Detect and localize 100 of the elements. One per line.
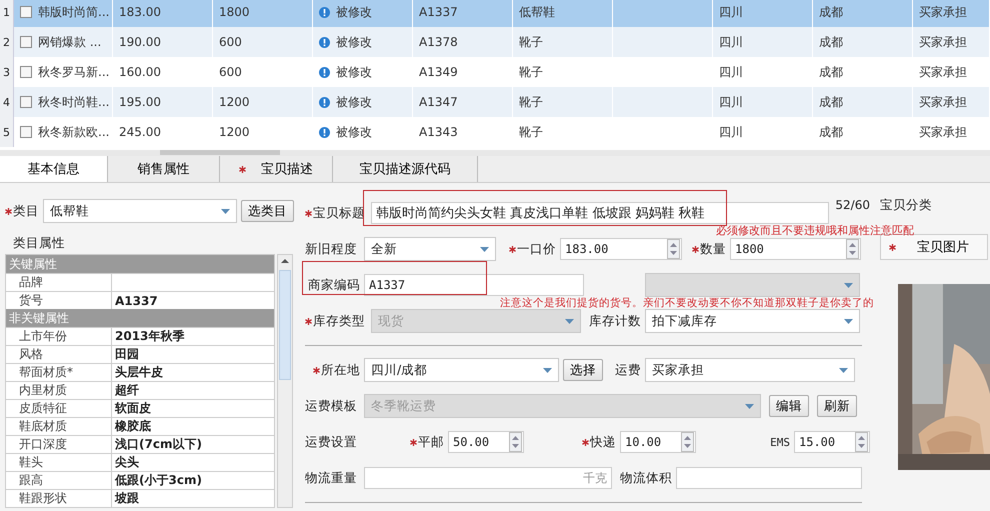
property-value[interactable]: 软面皮: [112, 400, 274, 417]
table-cell: 秋冬时尚鞋...: [38, 94, 110, 110]
section-label: 宝贝分类: [880, 197, 933, 214]
select-category-button[interactable]: 选类目: [241, 200, 294, 222]
category-select[interactable]: 低帮鞋: [43, 199, 237, 223]
choose-button[interactable]: 选择: [563, 359, 603, 381]
table-cell: 买家承担: [919, 4, 967, 20]
required-icon: [305, 210, 312, 216]
table-cell: A1349: [419, 65, 458, 79]
property-value[interactable]: 尖头: [112, 454, 274, 471]
quantity-field[interactable]: 1800: [730, 238, 861, 260]
property-value[interactable]: 超纤: [112, 382, 274, 399]
field-label: 库存类型: [305, 312, 367, 330]
dropdown-caret-icon: [745, 404, 754, 408]
dropdown-caret-icon: [844, 318, 853, 324]
field-label: 快递: [528, 434, 616, 450]
info-icon: [319, 126, 330, 138]
field-label: 运费模板: [305, 398, 358, 414]
tab[interactable]: 基本信息: [0, 156, 108, 182]
group-header: 关键属性: [6, 255, 274, 273]
required-icon: [5, 208, 12, 214]
row-number: 5: [3, 126, 10, 138]
info-icon: [319, 96, 330, 108]
field-label: 商家编码: [307, 276, 360, 294]
condition-select[interactable]: 全新: [364, 237, 496, 261]
property-value[interactable]: 2013年秋季: [112, 328, 274, 345]
table-cell: 1200: [219, 125, 250, 139]
property-value[interactable]: 低跟(小于3cm): [112, 472, 274, 489]
table-cell: 成都: [819, 4, 843, 20]
checkbox[interactable]: [20, 36, 32, 48]
table-cell: 600: [219, 65, 242, 79]
checkbox[interactable]: [20, 96, 32, 108]
tab[interactable]: 宝贝图片: [880, 234, 988, 260]
table-row[interactable]: 2 网销爆款 ... 190.00 600 被修改 A1378 靴子 四川 成都 买家承担: [0, 27, 990, 57]
table-cell: 被修改: [336, 4, 372, 20]
property-value[interactable]: 橡胶底: [112, 418, 274, 435]
table-cell: 买家承担: [919, 34, 967, 50]
field-label: 平邮: [364, 434, 444, 450]
table-cell: 被修改: [336, 124, 372, 140]
property-name: 鞋跟形状: [6, 490, 112, 507]
property-value[interactable]: 浅口(7cm以下): [112, 436, 274, 453]
rate-field[interactable]: 10.00: [620, 431, 696, 453]
title-field[interactable]: 韩版时尚简约尖头女鞋 真皮浅口单鞋 低坡跟 妈妈鞋 秋鞋: [371, 202, 830, 224]
table-cell: 1800: [219, 5, 250, 19]
table-cell: 成都: [819, 34, 843, 50]
table-cell: 被修改: [336, 34, 372, 50]
dropdown-caret-icon: [844, 282, 853, 288]
table-cell: 买家承担: [919, 124, 967, 140]
dropdown-caret-icon: [839, 368, 848, 372]
info-icon: [319, 6, 330, 18]
table-cell: 低帮鞋: [519, 4, 555, 20]
merchant-code-field[interactable]: A1337: [364, 274, 584, 296]
table-cell: 四川: [719, 4, 743, 20]
required-icon: [692, 246, 699, 252]
field-label: 宝贝标题: [305, 204, 365, 222]
row-number: 3: [3, 66, 10, 78]
table-row[interactable]: 4 秋冬时尚鞋... 195.00 1200 被修改 A1347 靴子 四川 成都 买家承担: [0, 87, 990, 117]
scrollbar-thumb[interactable]: [160, 150, 280, 155]
table-cell: 245.00: [119, 125, 161, 139]
spinner-arrows-icon[interactable]: [667, 239, 680, 259]
checkbox[interactable]: [20, 66, 32, 78]
rate-field[interactable]: 50.00: [448, 431, 524, 453]
field-label: 一口价: [500, 240, 556, 258]
table-cell: 190.00: [119, 35, 161, 49]
table-cell: A1343: [419, 125, 458, 139]
freight-select[interactable]: 买家承担: [645, 358, 855, 382]
table-cell: 靴子: [519, 124, 543, 140]
checkbox[interactable]: [20, 6, 32, 18]
rate-field[interactable]: 15.00: [794, 431, 870, 453]
spinner-arrows-icon[interactable]: [509, 432, 522, 452]
table-cell: 买家承担: [919, 64, 967, 80]
property-value[interactable]: A1337: [112, 292, 274, 309]
required-icon: [582, 438, 589, 446]
location-select[interactable]: 四川/成都: [364, 358, 559, 382]
spinner-arrows-icon[interactable]: [681, 432, 694, 452]
field-label: 类目: [5, 202, 39, 220]
required-icon: [410, 438, 417, 446]
field-label: EMS: [769, 436, 790, 448]
table-cell: 四川: [719, 64, 743, 80]
checkbox[interactable]: [20, 126, 32, 138]
info-icon: [319, 66, 330, 78]
field-label: 物流重量: [305, 470, 358, 486]
property-value[interactable]: 田园: [112, 346, 274, 363]
table-cell: 被修改: [336, 64, 372, 80]
property-value[interactable]: 头层牛皮: [112, 364, 274, 381]
table-cell: 靴子: [519, 34, 543, 50]
table-row[interactable]: 1 韩版时尚简... 183.00 1800 被修改 A1337 低帮鞋 四川 成都 买家承担: [0, 0, 990, 27]
table-cell: 成都: [819, 64, 843, 80]
spinner-arrows-icon[interactable]: [855, 432, 868, 452]
property-value[interactable]: 坡跟: [112, 490, 274, 507]
table-cell: 秋冬罗马新...: [38, 64, 110, 80]
stock-count-select[interactable]: 拍下减库存: [645, 309, 860, 333]
field-label: 物流体积: [619, 470, 672, 486]
volume-field[interactable]: [676, 467, 862, 489]
spinner-arrows-icon[interactable]: [846, 239, 859, 259]
group-legend: 类目属性: [13, 235, 294, 252]
scrollbar[interactable]: [277, 254, 293, 508]
price-field[interactable]: 183.00: [560, 238, 682, 260]
table-cell: 秋冬新款欧...: [38, 124, 110, 140]
field-label: 数量: [686, 240, 726, 258]
